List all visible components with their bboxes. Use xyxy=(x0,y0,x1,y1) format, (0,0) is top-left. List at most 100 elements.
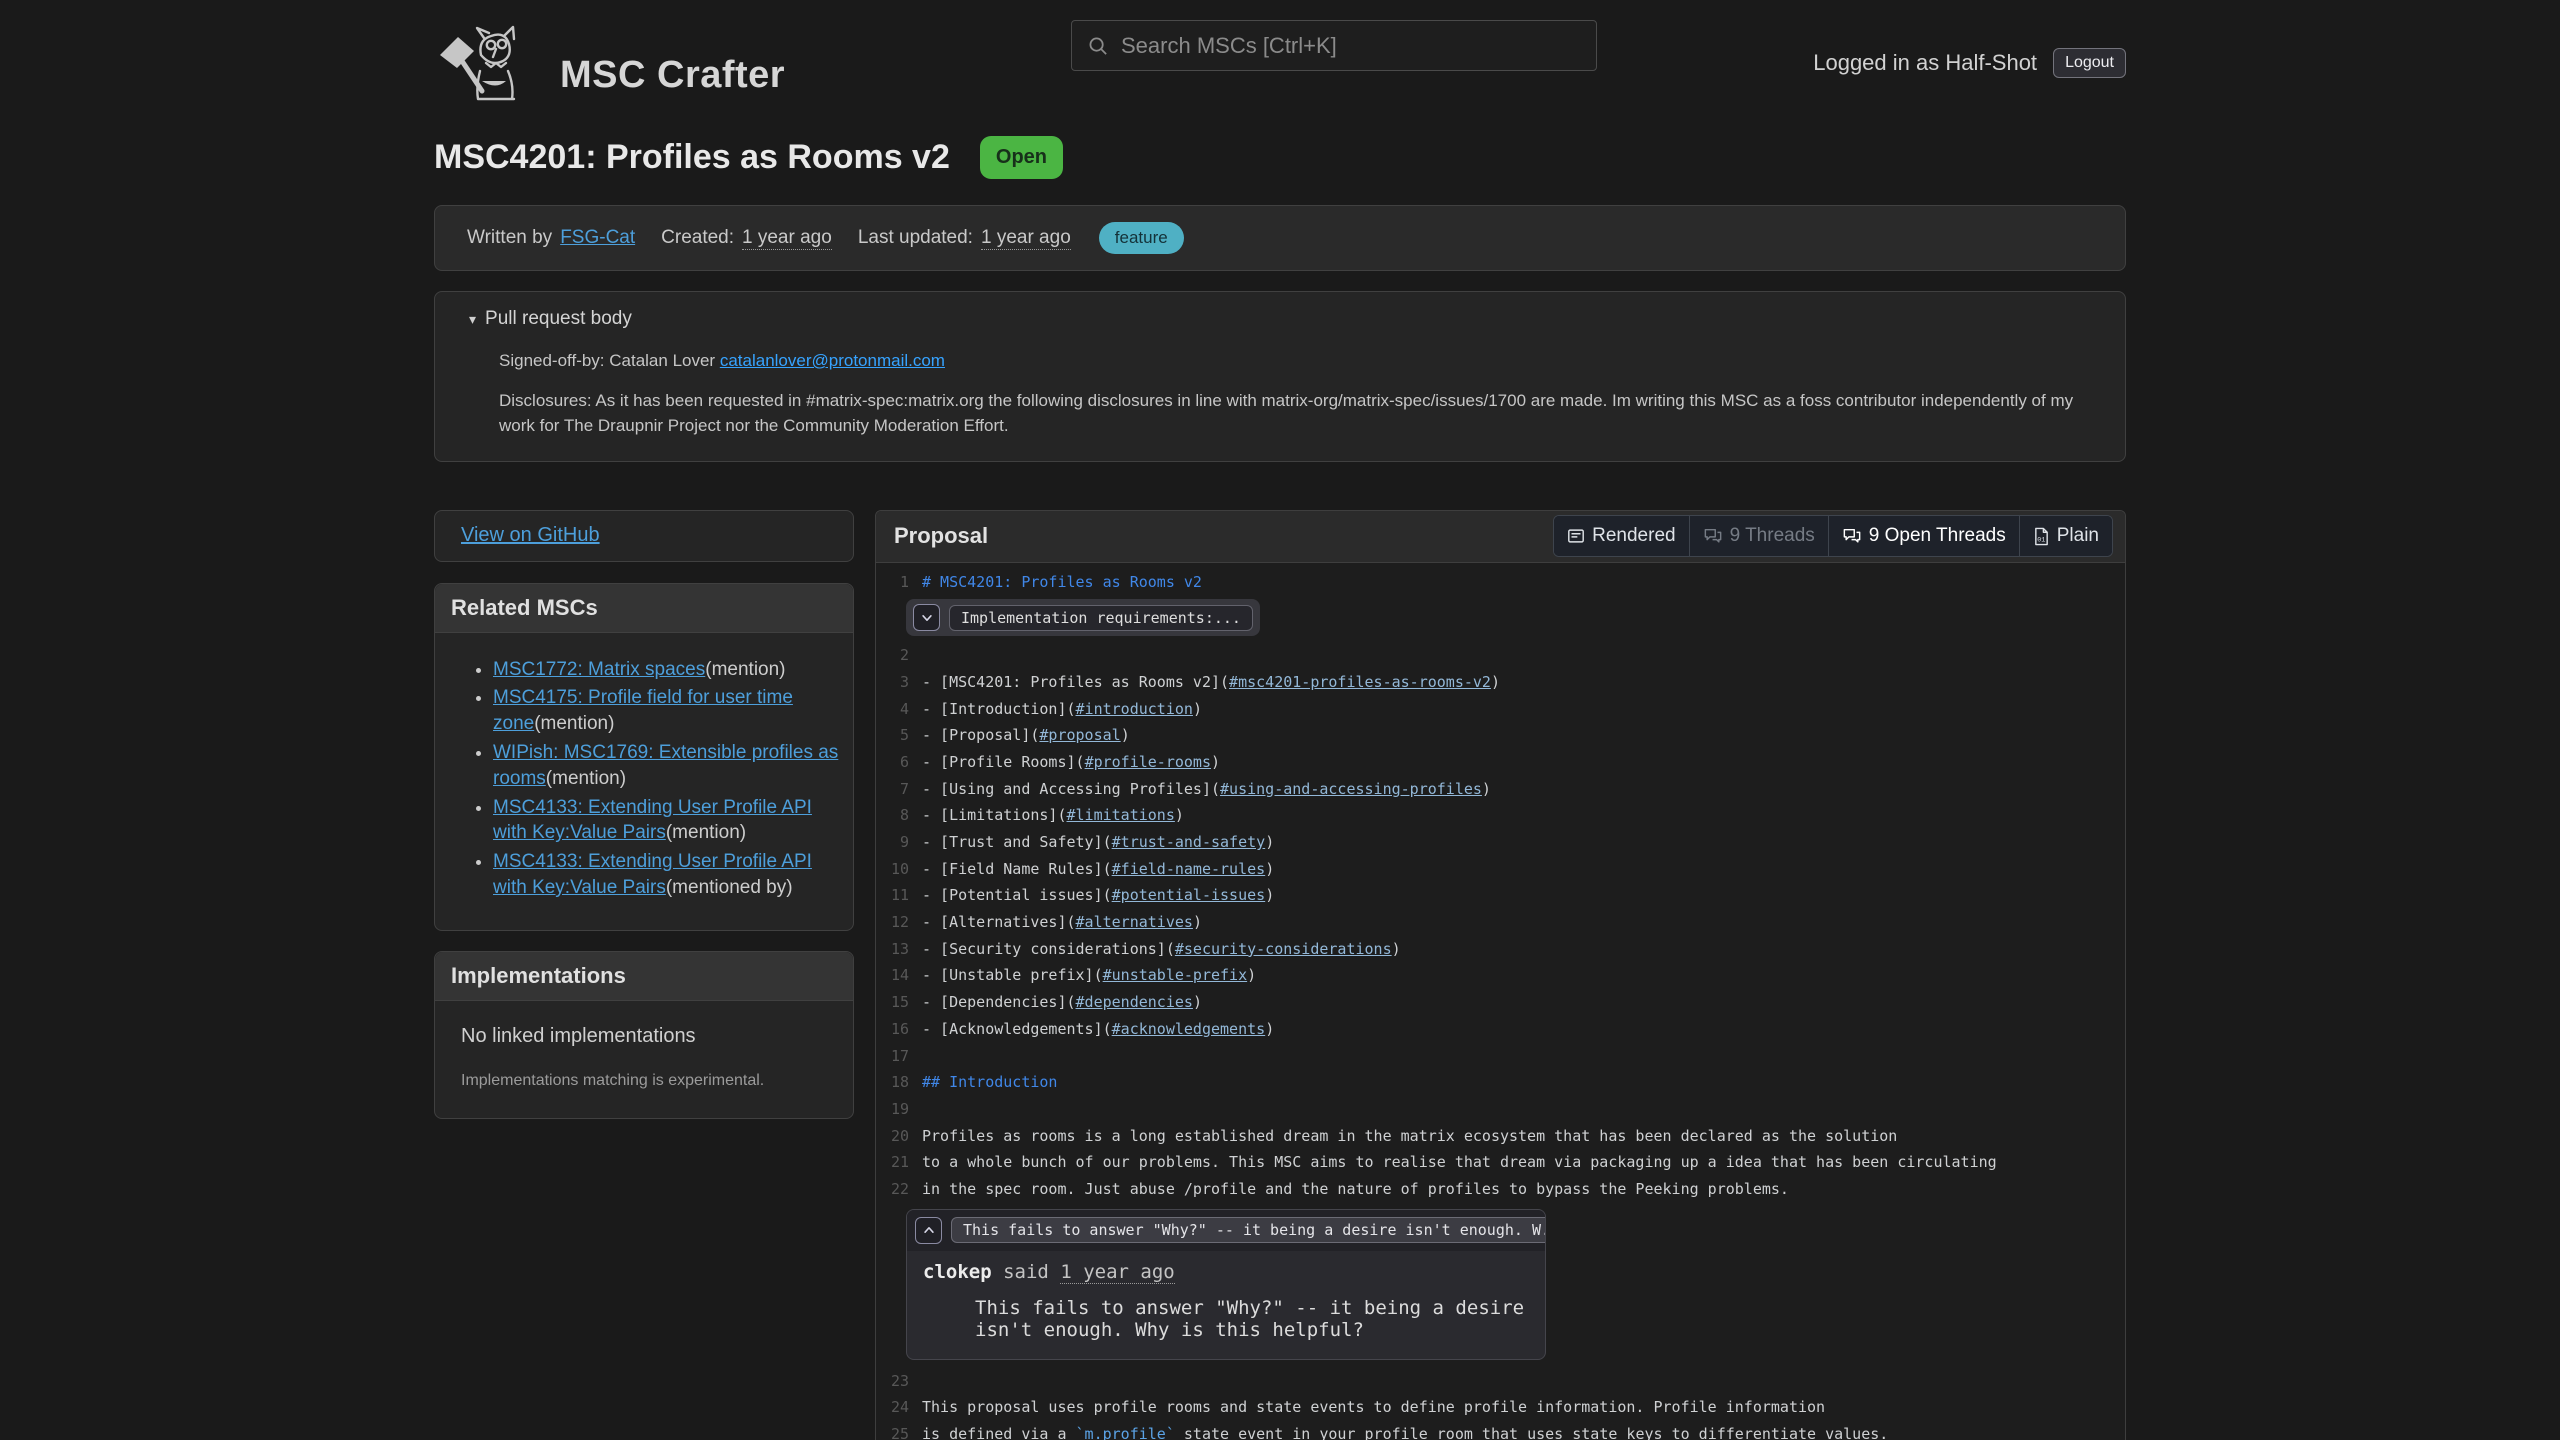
implementations-empty-text: No linked implementations xyxy=(461,1025,833,1048)
code-anchor-link[interactable]: #dependencies xyxy=(1076,993,1193,1011)
code-anchor-link[interactable]: #proposal xyxy=(1039,726,1120,744)
thread-preview-pill[interactable]: Implementation requirements:... xyxy=(949,605,1253,631)
line-number: 13 xyxy=(876,936,922,963)
comment-text: This fails to answer "Why?" -- it being … xyxy=(975,1297,1529,1341)
related-msc-link[interactable]: MSC1772: Matrix spaces xyxy=(493,659,705,680)
code-line: 6- [Profile Rooms](#profile-rooms) xyxy=(876,749,2125,776)
line-number: 21 xyxy=(876,1149,922,1176)
rendered-view-button[interactable]: Rendered xyxy=(1554,516,1688,556)
line-number: 1 xyxy=(876,569,922,596)
related-msc-link[interactable]: WIPish: MSC1769: Extensible profiles as … xyxy=(493,742,838,789)
related-msc-item: MSC4133: Extending User Profile API with… xyxy=(493,849,839,901)
updated-value: 1 year ago xyxy=(981,227,1071,250)
title-row: MSC4201: Profiles as Rooms v2 Open xyxy=(434,136,2126,179)
expand-thread-button[interactable] xyxy=(913,604,940,631)
code-anchor-link[interactable]: #security-considerations xyxy=(1175,940,1392,958)
related-msc-suffix: (mention) xyxy=(666,822,746,843)
code-anchor-link[interactable]: #msc4201-profiles-as-rooms-v2 xyxy=(1229,673,1491,691)
line-number: 18 xyxy=(876,1069,922,1096)
account-area: Logged in as Half-Shot Logout xyxy=(1813,48,2126,78)
thread-preview-pill[interactable]: This fails to answer "Why?" -- it being … xyxy=(951,1217,1546,1243)
code-line: 15- [Dependencies](#dependencies) xyxy=(876,989,2125,1016)
signed-off-line: Signed-off-by: Catalan Lover catalanlove… xyxy=(499,348,2081,374)
written-by-label: Written by xyxy=(467,227,552,249)
threads-button[interactable]: 9 Threads xyxy=(1689,516,1828,556)
related-msc-suffix: (mention) xyxy=(705,659,785,680)
related-msc-suffix: (mention) xyxy=(534,713,614,734)
open-thread: This fails to answer "Why?" -- it being … xyxy=(906,1209,1546,1360)
line-number: 5 xyxy=(876,722,922,749)
line-number: 17 xyxy=(876,1043,922,1070)
pr-body-summary[interactable]: ▾Pull request body xyxy=(435,308,2125,330)
code-line: 10- [Field Name Rules](#field-name-rules… xyxy=(876,856,2125,883)
collapse-thread-button[interactable] xyxy=(915,1217,942,1244)
updated-label: Last updated: xyxy=(858,227,973,249)
pr-body-content: Signed-off-by: Catalan Lover catalanlove… xyxy=(435,348,2125,439)
code-anchor-link[interactable]: #field-name-rules xyxy=(1112,860,1266,878)
collapse-triangle-icon: ▾ xyxy=(469,311,476,327)
related-msc-item: MSC4133: Extending User Profile API with… xyxy=(493,795,839,847)
open-threads-button[interactable]: 9 Open Threads xyxy=(1828,516,2019,556)
related-msc-item: WIPish: MSC1769: Extensible profiles as … xyxy=(493,740,839,792)
code-anchor-link[interactable]: #using-and-accessing-profiles xyxy=(1220,780,1482,798)
implementations-note: Implementations matching is experimental… xyxy=(461,1072,833,1090)
code-anchor-link[interactable]: #profile-rooms xyxy=(1085,753,1211,771)
code-line: 14- [Unstable prefix](#unstable-prefix) xyxy=(876,962,2125,989)
code-line: 24This proposal uses profile rooms and s… xyxy=(876,1394,2125,1421)
code-line: 17 xyxy=(876,1043,2125,1070)
code-line: 25is defined via a `m.profile` state eve… xyxy=(876,1421,2125,1440)
implementations-header: Implementations xyxy=(435,952,853,1001)
left-sidebar: View on GitHub Related MSCs MSC1772: Mat… xyxy=(434,510,854,1119)
line-number: 8 xyxy=(876,802,922,829)
meta-bar: Written by FSG-Cat Created: 1 year ago L… xyxy=(434,205,2126,271)
line-number: 25 xyxy=(876,1421,922,1440)
main-area: View on GitHub Related MSCs MSC1772: Mat… xyxy=(434,510,2126,1440)
search-input[interactable] xyxy=(1121,33,1581,59)
line-number: 20 xyxy=(876,1123,922,1150)
proposal-panel: Proposal Rendered 9 Threads 9 Open Threa… xyxy=(875,510,2126,1440)
code-anchor-link[interactable]: #trust-and-safety xyxy=(1112,833,1266,851)
code-line: 22in the spec room. Just abuse /profile … xyxy=(876,1176,2125,1203)
line-number: 23 xyxy=(876,1368,922,1395)
code-line: 11- [Potential issues](#potential-issues… xyxy=(876,882,2125,909)
plain-icon: 01 xyxy=(2033,527,2050,546)
line-number: 11 xyxy=(876,882,922,909)
code-line: 19 xyxy=(876,1096,2125,1123)
proposal-title: Proposal xyxy=(894,523,988,549)
plain-view-button[interactable]: 01 Plain xyxy=(2019,516,2112,556)
signed-off-email-link[interactable]: catalanlover@protonmail.com xyxy=(720,351,945,370)
author-link[interactable]: FSG-Cat xyxy=(560,227,635,249)
code-anchor-link[interactable]: #limitations xyxy=(1067,806,1175,824)
code-line: 23 xyxy=(876,1368,2125,1395)
chevron-down-icon xyxy=(920,611,934,625)
related-msc-list: MSC1772: Matrix spaces(mention)MSC4175: … xyxy=(435,657,839,901)
code-anchor-link[interactable]: #introduction xyxy=(1076,700,1193,718)
line-number: 9 xyxy=(876,829,922,856)
implementations-card: Implementations No linked implementation… xyxy=(434,951,854,1119)
code-anchor-link[interactable]: #acknowledgements xyxy=(1112,1020,1266,1038)
logout-button[interactable]: Logout xyxy=(2053,48,2126,78)
code-anchor-link[interactable]: #potential-issues xyxy=(1112,886,1266,904)
brand: MSC Crafter xyxy=(434,25,785,101)
view-on-github-link[interactable]: View on GitHub xyxy=(461,524,600,547)
code-line: 9- [Trust and Safety](#trust-and-safety) xyxy=(876,829,2125,856)
code-line: 16- [Acknowledgements](#acknowledgements… xyxy=(876,1016,2125,1043)
code-anchor-link[interactable]: #unstable-prefix xyxy=(1103,966,1248,984)
line-number: 16 xyxy=(876,1016,922,1043)
related-mscs-card: Related MSCs MSC1772: Matrix spaces(ment… xyxy=(434,583,854,931)
code-anchor-link[interactable]: #alternatives xyxy=(1076,913,1193,931)
search-box[interactable] xyxy=(1071,20,1597,71)
related-mscs-header: Related MSCs xyxy=(435,584,853,633)
top-bar: MSC Crafter Logged in as Half-Shot Logou… xyxy=(434,0,2126,102)
related-msc-link[interactable]: MSC4133: Extending User Profile API with… xyxy=(493,797,812,844)
status-badge: Open xyxy=(980,136,1063,179)
related-msc-item: MSC4175: Profile field for user time zon… xyxy=(493,685,839,737)
line-number: 10 xyxy=(876,856,922,883)
line-number: 19 xyxy=(876,1096,922,1123)
logged-in-text: Logged in as Half-Shot xyxy=(1813,50,2037,76)
line-number: 12 xyxy=(876,909,922,936)
code-line: 12- [Alternatives](#alternatives) xyxy=(876,909,2125,936)
comment-author-line: clokep said 1 year ago xyxy=(923,1261,1529,1283)
related-msc-item: MSC1772: Matrix spaces(mention) xyxy=(493,657,839,683)
line-number: 24 xyxy=(876,1394,922,1421)
